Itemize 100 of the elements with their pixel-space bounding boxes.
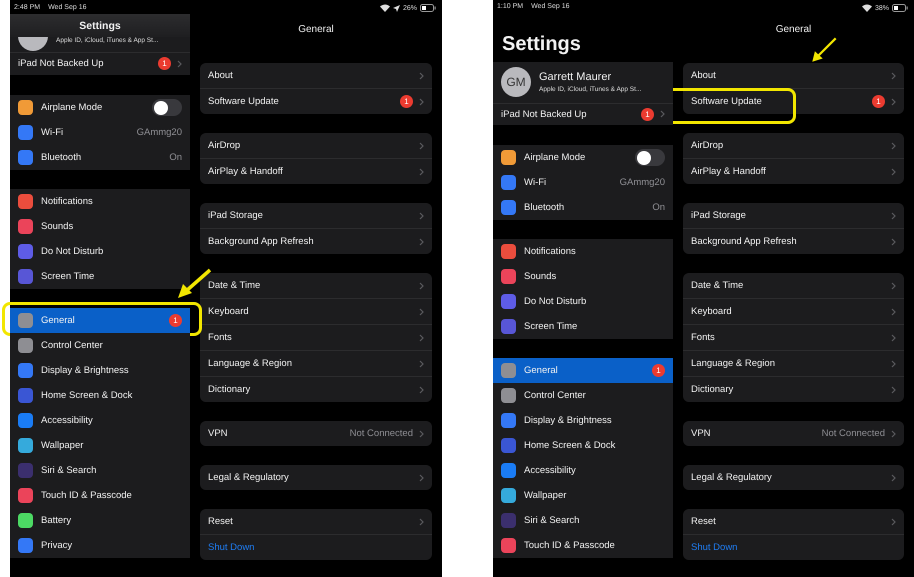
sidebar-item[interactable]: Siri & Search (493, 508, 673, 533)
chevron-icon (891, 168, 896, 176)
settings-row[interactable]: Dictionary (200, 377, 432, 402)
chevron-icon (419, 238, 424, 246)
settings-row[interactable]: iPad Storage (200, 203, 432, 228)
sidebar-item[interactable]: Screen Time (493, 314, 673, 339)
sidebar-item[interactable]: Privacy (10, 533, 190, 558)
battery-icon (892, 4, 908, 12)
profile-name: Garrett Maurer (539, 71, 612, 84)
sidebar-item[interactable]: Display & Brightness (493, 408, 673, 433)
chevron-icon (891, 360, 896, 368)
settings-row[interactable]: About (683, 63, 904, 88)
settings-row[interactable]: Legal & Regulatory (200, 465, 432, 490)
sidebar-item[interactable]: Sounds (493, 264, 673, 289)
chevron-icon (419, 98, 424, 106)
settings-row[interactable]: AirPlay & Handoff (200, 159, 432, 184)
sidebar-item[interactable]: Control Center (493, 383, 673, 408)
settings-row[interactable]: Reset (683, 509, 904, 534)
sidebar-item[interactable]: Wallpaper (493, 483, 673, 508)
backup-row[interactable]: iPad Not Backed Up 1 (10, 52, 190, 76)
setting-value: Not Connected (350, 428, 413, 439)
sidebar-item[interactable]: Bluetooth On (493, 195, 673, 220)
chevron-icon (891, 334, 896, 342)
sidebar-item[interactable]: Notifications (493, 239, 673, 264)
chevron-icon (891, 386, 896, 394)
chevron-icon (419, 212, 424, 220)
sidebar-item[interactable]: General 1 (10, 308, 190, 334)
sidebar-item[interactable]: Accessibility (493, 458, 673, 483)
chevron-icon (419, 72, 424, 80)
settings-row[interactable]: AirPlay & Handoff (683, 159, 904, 184)
chevron-icon (419, 334, 424, 342)
chevron-icon (419, 518, 424, 526)
chevron-icon (891, 430, 896, 438)
setting-value: On (652, 202, 665, 213)
notification-badge: 1 (872, 95, 885, 108)
sidebar-item[interactable]: Wi-Fi GAmmg20 (10, 120, 190, 146)
settings-row[interactable]: Keyboard (683, 299, 904, 324)
settings-row[interactable]: Shut Down (200, 535, 432, 560)
chevron-icon (891, 474, 896, 482)
sidebar-item[interactable]: Screen Time (10, 264, 190, 290)
sidebar-item[interactable]: Touch ID & Passcode (10, 483, 190, 508)
header-bar: Settings (10, 14, 190, 38)
sidebar-item[interactable]: Battery (10, 508, 190, 534)
settings-row[interactable]: Software Update 1 (200, 89, 432, 114)
sidebar-item[interactable]: Do Not Disturb (10, 239, 190, 264)
sidebar-item[interactable]: Display & Brightness (10, 358, 190, 384)
sidebar-item[interactable]: Bluetooth On (10, 145, 190, 170)
settings-row[interactable]: Language & Region (683, 351, 904, 376)
settings-row[interactable]: Date & Time (200, 273, 432, 298)
avatar: GM (501, 67, 531, 98)
settings-row[interactable]: Language & Region (200, 351, 432, 376)
settings-row[interactable]: VPN Not Connected (200, 421, 432, 446)
chevron-icon (891, 308, 896, 316)
settings-row[interactable]: Reset (200, 509, 432, 534)
sidebar-item[interactable]: Wallpaper (10, 433, 190, 458)
settings-row[interactable]: Software Update 1 (683, 89, 904, 114)
settings-row[interactable]: Shut Down (683, 535, 904, 560)
sidebar-item[interactable]: Airplane Mode (10, 95, 190, 120)
settings-row[interactable]: Keyboard (200, 299, 432, 324)
sidebar-item[interactable]: Sounds (10, 214, 190, 240)
sidebar-item[interactable]: Accessibility (10, 408, 190, 434)
sidebar-item[interactable]: Control Center (10, 333, 190, 358)
settings-row[interactable]: AirDrop (200, 133, 432, 158)
notification-badge: 1 (158, 57, 171, 70)
sidebar-item[interactable]: Wi-Fi GAmmg20 (493, 170, 673, 195)
chevron-icon (419, 282, 424, 290)
chevron-icon (891, 142, 896, 150)
settings-row[interactable]: Background App Refresh (200, 229, 432, 254)
settings-row[interactable]: iPad Storage (683, 203, 904, 228)
pane-title: General (298, 24, 334, 34)
settings-title: Settings (502, 33, 581, 56)
settings-row[interactable]: Legal & Regulatory (683, 465, 904, 490)
settings-row[interactable]: Fonts (683, 325, 904, 350)
sidebar-item[interactable]: Touch ID & Passcode (493, 533, 673, 558)
sidebar-item[interactable]: Notifications (10, 189, 190, 214)
settings-row[interactable]: VPN Not Connected (683, 421, 904, 446)
sidebar-item[interactable]: Home Screen & Dock (493, 433, 673, 458)
setting-value: On (169, 152, 182, 164)
sidebar-item[interactable]: Do Not Disturb (493, 289, 673, 314)
chevron-icon (419, 308, 424, 316)
backup-row[interactable]: iPad Not Backed Up 1 (493, 104, 673, 125)
sidebar-item[interactable]: Siri & Search (10, 458, 190, 484)
chevron-icon (419, 474, 424, 482)
setting-value: GAmmg20 (136, 127, 182, 138)
toggle-switch[interactable] (635, 149, 665, 166)
settings-row[interactable]: Background App Refresh (683, 229, 904, 254)
chevron-icon (419, 386, 424, 394)
settings-row[interactable]: About (200, 63, 432, 88)
chevron-icon (891, 282, 896, 290)
settings-row[interactable]: Dictionary (683, 377, 904, 402)
settings-row[interactable]: Date & Time (683, 273, 904, 298)
settings-row[interactable]: Fonts (200, 325, 432, 350)
notification-badge: 1 (400, 95, 413, 108)
sidebar-item[interactable]: Airplane Mode (493, 145, 673, 170)
chevron-icon (419, 168, 424, 176)
sidebar-item[interactable]: General 1 (493, 358, 673, 383)
sidebar-item[interactable]: Home Screen & Dock (10, 383, 190, 408)
chevron-icon (891, 212, 896, 220)
settings-row[interactable]: AirDrop (683, 133, 904, 158)
toggle-switch[interactable] (152, 99, 182, 116)
